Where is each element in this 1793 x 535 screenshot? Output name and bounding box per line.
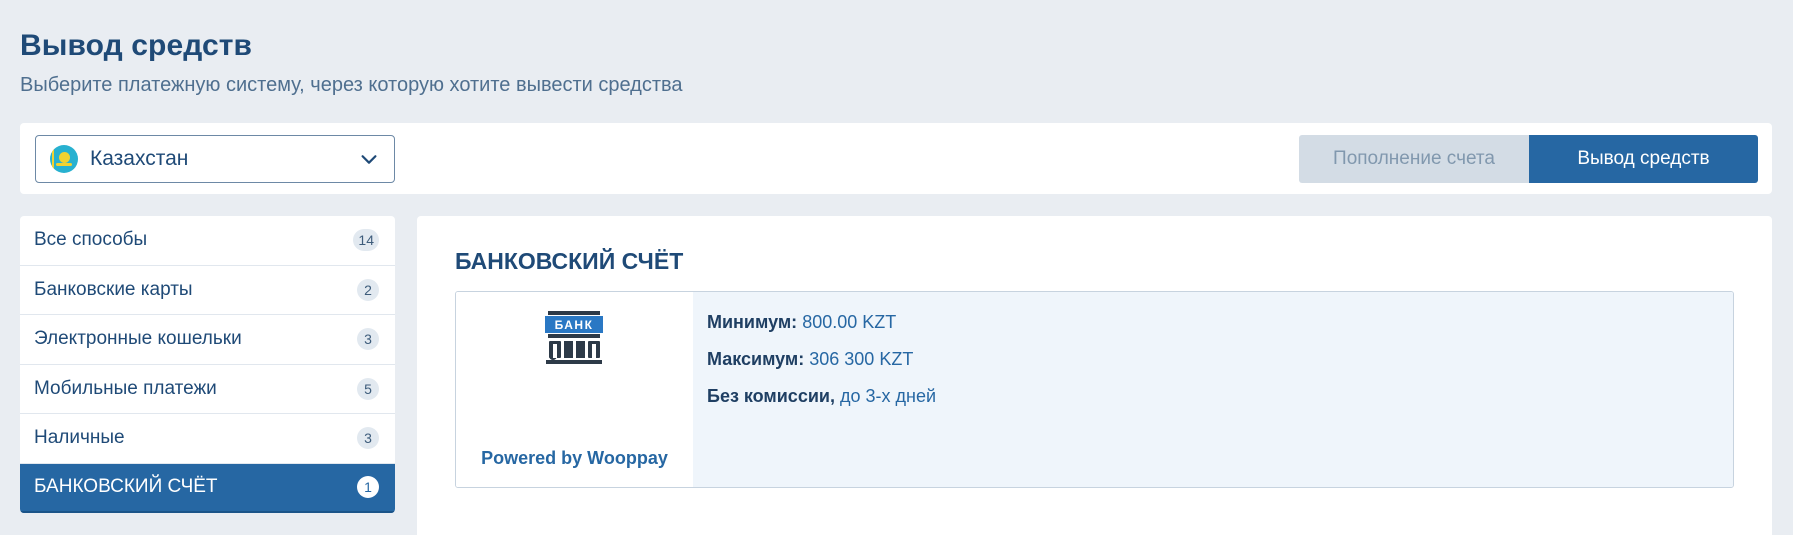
kazakhstan-flag-icon [50,145,78,173]
sidebar-item-label: Мобильные платежи [34,377,217,399]
svg-text:БАНК: БАНК [555,318,594,332]
max-value: 306 300 KZT [809,349,914,369]
payment-methods-panel: БАНКОВСКИЙ СЧЁТ БАНК Powered by Wooppay [417,216,1772,535]
sidebar-item-bank-account[interactable]: БАНКОВСКИЙ СЧЁТ 1 [20,463,395,513]
operation-tabs: Пополнение счета Вывод средств [1299,135,1758,183]
count-badge: 2 [357,278,379,301]
fee-value: до 3-х дней [839,386,937,406]
payment-method-card[interactable]: БАНК Powered by Wooppay Минимум: 800.00 … [455,291,1734,488]
count-badge: 14 [353,229,379,252]
section-title: БАНКОВСКИЙ СЧЁТ [455,248,684,274]
sidebar-item-bank-cards[interactable]: Банковские карты 2 [20,266,395,315]
sidebar-item-all-methods[interactable]: Все способы 14 [20,216,395,266]
page-subtitle: Выберите платежную систему, через котору… [20,74,683,96]
tab-withdraw[interactable]: Вывод средств [1529,135,1758,183]
tab-deposit[interactable]: Пополнение счета [1299,135,1529,183]
fee-label: Без комиссии, [707,386,835,406]
country-select-value: Казахстан [90,147,189,170]
max-amount-row: Максимум: 306 300 KZT [707,349,1733,386]
sidebar-item-label: БАНКОВСКИЙ СЧЁТ [34,476,218,498]
method-details: Минимум: 800.00 KZT Максимум: 306 300 KZ… [693,292,1733,487]
sidebar-item-label: Электронные кошельки [34,328,242,350]
provider-label: Powered by Wooppay [481,448,668,468]
sidebar-item-e-wallets[interactable]: Электронные кошельки 3 [20,315,395,365]
bank-icon: БАНК [545,311,603,364]
max-label: Максимум: [707,349,805,369]
sidebar-item-mobile-payments[interactable]: Мобильные платежи 5 [20,365,395,414]
min-label: Минимум: [707,312,798,332]
payment-categories-sidebar: Все способы 14 Банковские карты 2 Электр… [20,216,395,513]
top-toolbar: Казахстан Пополнение счета Вывод средств [20,123,1772,194]
fee-row: Без комиссии, до 3-х дней [707,386,1733,423]
sidebar-item-label: Все способы [34,229,148,251]
page-title: Вывод средств [20,29,253,62]
count-badge: 5 [357,377,379,400]
sidebar-item-label: Наличные [34,427,125,449]
min-amount-row: Минимум: 800.00 KZT [707,312,1733,349]
count-badge: 3 [357,328,379,351]
min-value: 800.00 KZT [802,312,897,332]
country-select[interactable]: Казахстан [35,135,395,183]
chevron-down-icon [361,155,377,164]
count-badge: 3 [357,427,379,450]
sidebar-item-cash[interactable]: Наличные 3 [20,414,395,464]
sidebar-item-label: Банковские карты [34,278,193,300]
method-logo-area: БАНК Powered by Wooppay [456,292,693,487]
count-badge: 1 [357,476,379,499]
